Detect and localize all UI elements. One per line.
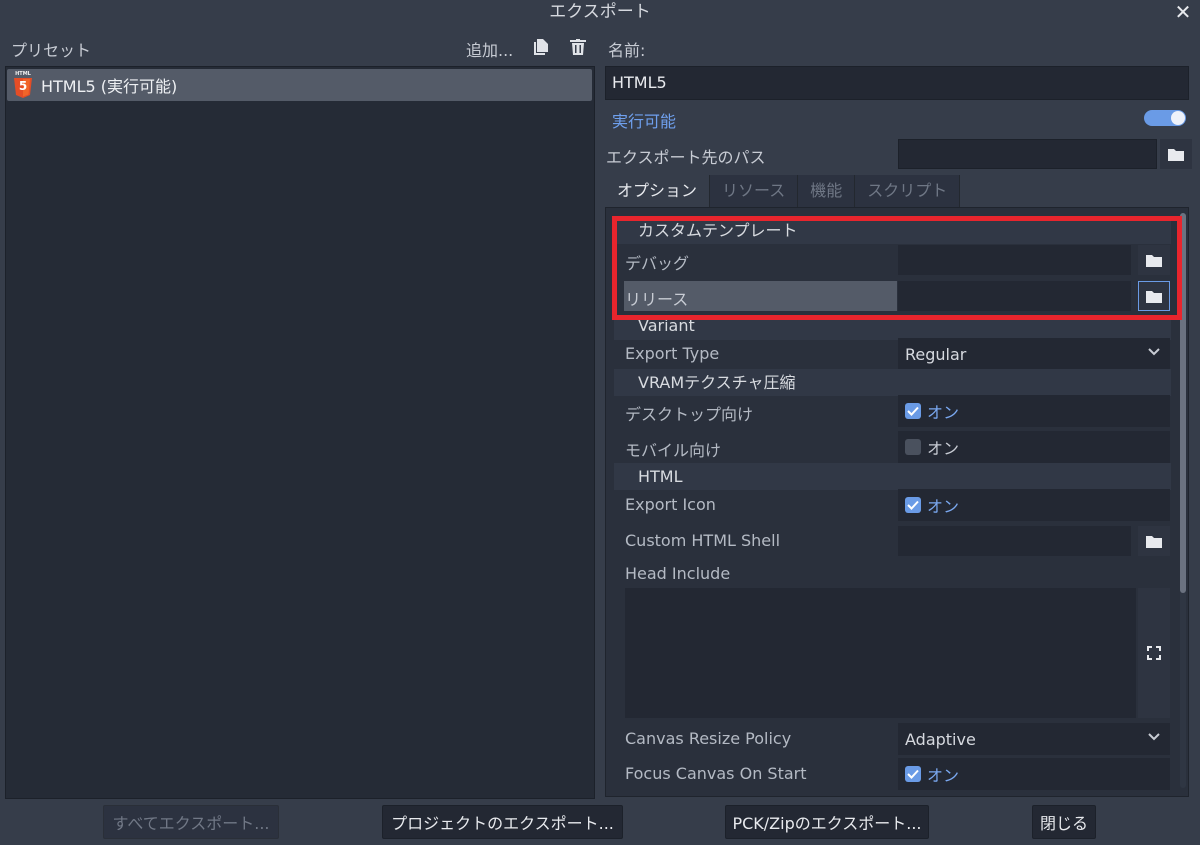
export-path-label: エクスポート先のパス [606, 148, 766, 167]
name-label: 名前: [608, 41, 646, 60]
check-icon [905, 403, 921, 419]
section-vram: VRAMテクスチャ圧縮 [614, 369, 1171, 396]
tab-options[interactable]: オプション [605, 175, 711, 208]
close-icon[interactable]: ✕ [1170, 0, 1196, 26]
expand-editor-button[interactable] [1138, 588, 1170, 718]
unchecked-box-icon [905, 439, 921, 455]
folder-icon [1168, 148, 1184, 161]
runnable-toggle[interactable] [1144, 110, 1186, 126]
custom-shell-label: Custom HTML Shell [625, 531, 781, 550]
export-all-button[interactable]: すべてエクスポート... [103, 805, 279, 839]
name-input[interactable]: HTML5 [605, 66, 1189, 100]
export-type-label: Export Type [625, 344, 720, 363]
focus-canvas-label: Focus Canvas On Start [625, 764, 807, 783]
focus-canvas-checkbox[interactable]: オン [898, 758, 1170, 790]
preset-list[interactable] [5, 66, 595, 799]
custom-shell-input[interactable] [898, 526, 1131, 556]
add-preset-button[interactable]: 追加... [466, 37, 513, 61]
tab-bar: オプション リソース 機能 スクリプト [605, 175, 961, 208]
close-button[interactable]: 閉じる [1032, 805, 1096, 839]
expand-icon [1147, 646, 1161, 660]
head-include-label: Head Include [625, 564, 731, 583]
mobile-value: オン [927, 439, 960, 458]
desktop-checkbox[interactable]: オン [898, 395, 1170, 427]
export-icon-label: Export Icon [625, 495, 716, 514]
runnable-label: 実行可能 [612, 112, 677, 131]
dialog-title: エクスポート [549, 2, 651, 22]
check-icon [905, 497, 921, 513]
desktop-value: オン [927, 403, 960, 422]
chevron-down-icon [1148, 344, 1160, 360]
export-path-folder-button[interactable] [1160, 139, 1192, 169]
head-include-textarea[interactable] [625, 588, 1136, 718]
highlight-box [612, 216, 1182, 320]
section-variant: Variant [614, 318, 1171, 340]
html5-icon: HTML 5 [13, 71, 33, 98]
chevron-down-icon [1148, 729, 1160, 745]
section-html: HTML [614, 463, 1171, 490]
custom-shell-folder-button[interactable] [1138, 526, 1170, 556]
preset-item-label: HTML5 (実行可能) [41, 77, 178, 96]
trash-icon[interactable] [568, 37, 588, 57]
canvas-resize-value: Adaptive [905, 729, 976, 749]
mobile-checkbox[interactable]: オン [898, 431, 1170, 463]
tab-script[interactable]: スクリプト [855, 175, 961, 208]
tab-resources[interactable]: リソース [710, 175, 799, 208]
export-pck-button[interactable]: PCK/Zipのエクスポート... [725, 805, 929, 839]
folder-icon [1146, 535, 1162, 548]
check-icon [905, 766, 921, 782]
desktop-label: デスクトップ向け [625, 405, 754, 424]
presets-label: プリセット [11, 41, 92, 60]
export-path-input[interactable] [898, 139, 1157, 169]
tab-features[interactable]: 機能 [798, 175, 856, 208]
export-type-value: Regular [905, 344, 967, 364]
canvas-resize-select[interactable]: Adaptive [898, 723, 1170, 755]
export-icon-checkbox[interactable]: オン [898, 489, 1170, 521]
mobile-label: モバイル向け [625, 441, 722, 460]
preset-item-html5[interactable]: HTML 5 HTML5 (実行可能) [7, 69, 592, 101]
export-icon-value: オン [927, 497, 960, 516]
export-project-button[interactable]: プロジェクトのエクスポート... [382, 805, 623, 839]
focus-canvas-value: オン [927, 766, 960, 785]
duplicate-icon[interactable] [531, 37, 551, 57]
export-type-select[interactable]: Regular [898, 338, 1170, 370]
canvas-resize-label: Canvas Resize Policy [625, 729, 792, 748]
